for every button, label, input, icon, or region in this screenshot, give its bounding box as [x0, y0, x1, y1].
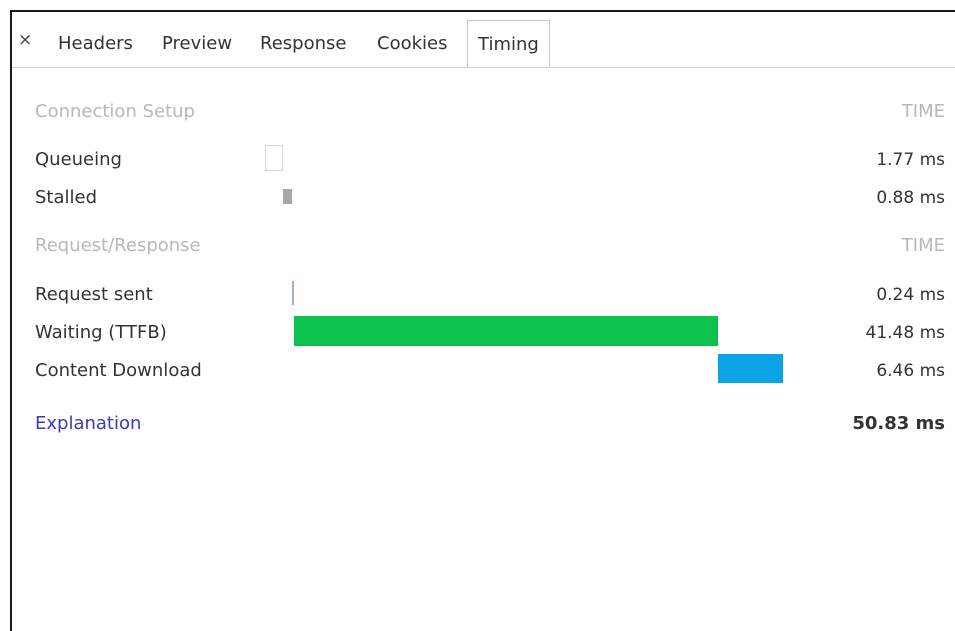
total-time: 50.83 ms — [852, 413, 945, 434]
tab-cookies[interactable]: Cookies — [377, 32, 447, 56]
tab-response[interactable]: Response — [260, 32, 346, 56]
tab-headers[interactable]: Headers — [58, 32, 133, 56]
content-download-time: 6.46 ms — [876, 361, 945, 381]
close-icon[interactable]: × — [18, 30, 32, 50]
request-time-header: TIME — [901, 235, 945, 256]
request-sent-time: 0.24 ms — [876, 285, 945, 305]
queueing-time: 1.77 ms — [876, 150, 945, 170]
connection-setup-heading: Connection Setup — [35, 101, 195, 122]
request-response-heading: Request/Response — [35, 235, 201, 256]
stalled-bar — [283, 189, 293, 204]
timing-panel: × Headers Preview Response Cookies Timin… — [10, 10, 955, 631]
waiting-ttfb-time: 41.48 ms — [865, 323, 946, 343]
tab-bar: × Headers Preview Response Cookies Timin… — [12, 12, 955, 68]
connection-time-header: TIME — [901, 101, 945, 122]
explanation-link[interactable]: Explanation — [35, 412, 141, 436]
waiting-ttfb-bar — [294, 316, 718, 346]
request-sent-label: Request sent — [35, 284, 153, 305]
tab-timing[interactable]: Timing — [467, 20, 550, 67]
queueing-bar — [265, 145, 284, 171]
content-download-label: Content Download — [35, 360, 202, 381]
tab-preview[interactable]: Preview — [162, 32, 232, 56]
stalled-time: 0.88 ms — [876, 188, 945, 208]
content-download-bar — [717, 354, 784, 383]
waiting-ttfb-label: Waiting (TTFB) — [35, 322, 167, 343]
stalled-label: Stalled — [35, 187, 98, 208]
queueing-label: Queueing — [35, 149, 122, 170]
request-sent-bar — [292, 281, 295, 305]
